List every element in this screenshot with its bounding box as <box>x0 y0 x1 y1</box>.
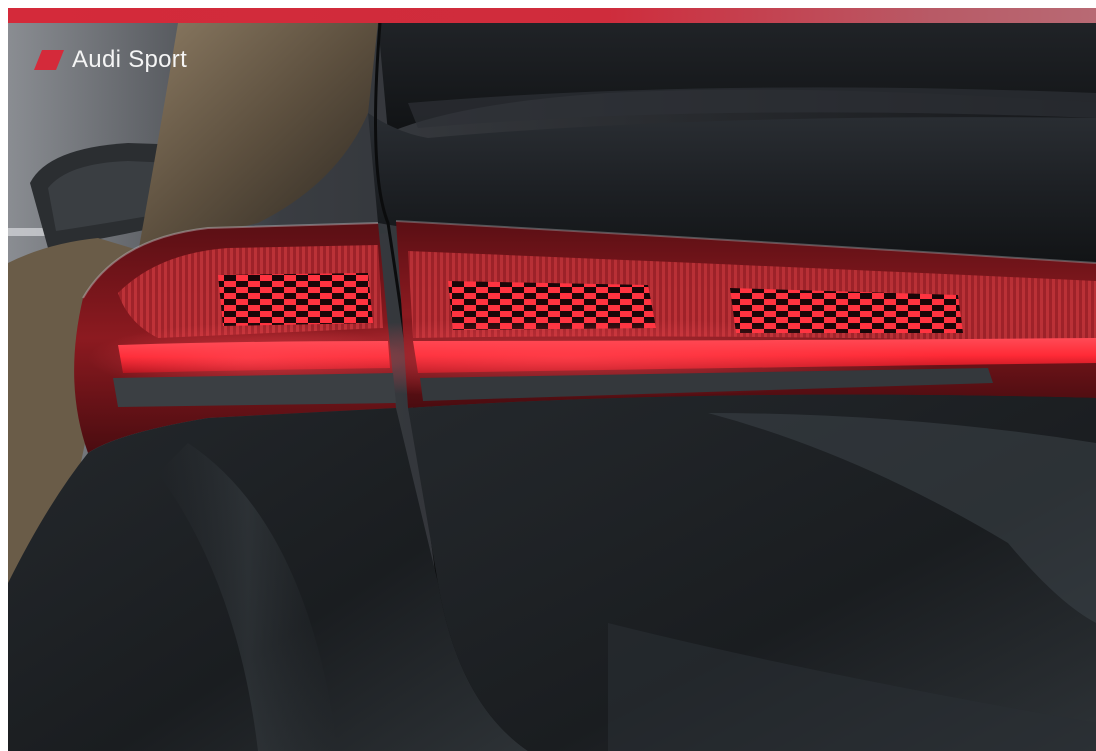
hero-image-frame: Audi Sport <box>8 8 1096 751</box>
car-rear-illustration <box>8 23 1096 751</box>
audi-sport-logo[interactable]: Audi Sport <box>34 46 187 74</box>
audi-sport-rhombus-icon <box>34 50 64 70</box>
brand-accent-bar <box>8 8 1096 23</box>
car-rear-photo <box>8 23 1096 751</box>
brand-name: Audi Sport <box>72 46 188 73</box>
